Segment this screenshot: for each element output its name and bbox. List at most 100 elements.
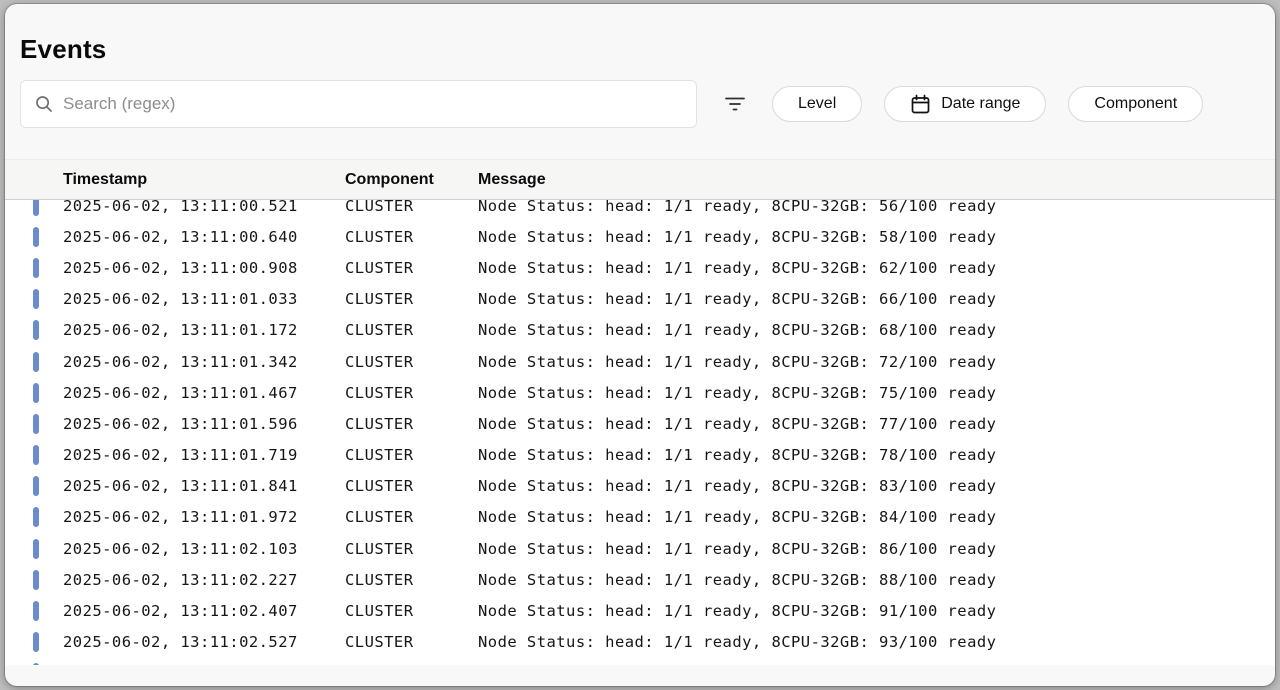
- row-message: Node Status: head: 1/1 ready, 8CPU-32GB:…: [478, 200, 1275, 215]
- row-timestamp: 2025-06-02, 13:11:02.227: [5, 571, 345, 589]
- row-timestamp: 2025-06-02, 13:11:01.342: [5, 353, 345, 371]
- events-panel: Events Level: [5, 4, 1275, 686]
- table-body[interactable]: 2025-06-02, 13:11:00.521 CLUSTER Node St…: [5, 200, 1275, 665]
- row-timestamp: 2025-06-02, 13:11:01.841: [5, 477, 345, 495]
- table-row[interactable]: 2025-06-02, 13:11:01.596 CLUSTER Node St…: [5, 408, 1275, 439]
- table-row[interactable]: 2025-06-02, 13:11:01.467 CLUSTER Node St…: [5, 377, 1275, 408]
- table-row[interactable]: 2025-06-02, 13:11:02.227 CLUSTER Node St…: [5, 564, 1275, 595]
- row-message: Node Status: head: 1/1 ready, 8CPU-32GB:…: [478, 353, 1275, 371]
- component-filter-label: Component: [1094, 95, 1177, 113]
- row-message: Node Status: head: 1/1 ready, 8CPU-32GB:…: [478, 415, 1275, 433]
- log-level-indicator: [33, 570, 39, 590]
- row-message: Node Status: head: 1/1 ready, 8CPU-32GB:…: [478, 228, 1275, 246]
- log-level-indicator: [33, 632, 39, 652]
- row-message: Node Status: head: 1/1 ready, 8CPU-32GB:…: [478, 321, 1275, 339]
- search-input[interactable]: [63, 94, 682, 114]
- row-component: CLUSTER: [345, 446, 478, 464]
- row-component: CLUSTER: [345, 415, 478, 433]
- table-row[interactable]: 2025-06-02, 13:11:02.651 CLUSTER Node St…: [5, 658, 1275, 665]
- row-message: Node Status: head: 1/1 ready, 8CPU-32GB:…: [478, 571, 1275, 589]
- log-level-indicator: [33, 258, 39, 278]
- row-message: Node Status: head: 1/1 ready, 8CPU-32GB:…: [478, 633, 1275, 651]
- row-message: Node Status: head: 1/1 ready, 8CPU-32GB:…: [478, 477, 1275, 495]
- search-box[interactable]: [20, 80, 697, 128]
- table-row[interactable]: 2025-06-02, 13:11:00.521 CLUSTER Node St…: [5, 200, 1275, 221]
- table-row[interactable]: 2025-06-02, 13:11:00.640 CLUSTER Node St…: [5, 221, 1275, 252]
- row-component: CLUSTER: [345, 290, 478, 308]
- row-component: CLUSTER: [345, 571, 478, 589]
- row-message: Node Status: head: 1/1 ready, 8CPU-32GB:…: [478, 446, 1275, 464]
- row-component: CLUSTER: [345, 602, 478, 620]
- row-message: Node Status: head: 1/1 ready, 8CPU-32GB:…: [478, 290, 1275, 308]
- row-message: Node Status: head: 1/1 ready, 8CPU-32GB:…: [478, 384, 1275, 402]
- row-component: CLUSTER: [345, 259, 478, 277]
- component-filter-button[interactable]: Component: [1068, 86, 1203, 122]
- row-message: Node Status: head: 1/1 ready, 8CPU-32GB:…: [478, 508, 1275, 526]
- level-filter-button[interactable]: Level: [772, 86, 862, 122]
- row-component: CLUSTER: [345, 200, 478, 215]
- row-timestamp: 2025-06-02, 13:11:01.719: [5, 446, 345, 464]
- log-level-indicator: [33, 200, 39, 216]
- row-timestamp: 2025-06-02, 13:11:00.908: [5, 259, 345, 277]
- row-timestamp: 2025-06-02, 13:11:02.103: [5, 540, 345, 558]
- table-header: Timestamp Component Message: [5, 159, 1275, 200]
- row-component: CLUSTER: [345, 664, 478, 665]
- log-level-indicator: [33, 476, 39, 496]
- row-timestamp: 2025-06-02, 13:11:01.596: [5, 415, 345, 433]
- table-row[interactable]: 2025-06-02, 13:11:01.972 CLUSTER Node St…: [5, 502, 1275, 533]
- log-level-indicator: [33, 352, 39, 372]
- row-component: CLUSTER: [345, 633, 478, 651]
- row-component: CLUSTER: [345, 353, 478, 371]
- table-row[interactable]: 2025-06-02, 13:11:01.719 CLUSTER Node St…: [5, 440, 1275, 471]
- row-component: CLUSTER: [345, 384, 478, 402]
- table-row[interactable]: 2025-06-02, 13:11:01.172 CLUSTER Node St…: [5, 315, 1275, 346]
- log-level-indicator: [33, 414, 39, 434]
- log-level-indicator: [33, 320, 39, 340]
- row-timestamp: 2025-06-02, 13:11:00.640: [5, 228, 345, 246]
- events-table: Timestamp Component Message 2025-06-02, …: [5, 159, 1275, 665]
- column-header-timestamp: Timestamp: [5, 171, 345, 189]
- row-timestamp: 2025-06-02, 13:11:01.033: [5, 290, 345, 308]
- row-timestamp: 2025-06-02, 13:11:01.972: [5, 508, 345, 526]
- log-level-indicator: [33, 507, 39, 527]
- row-message: Node Status: head: 1/1 ready, 8CPU-32GB:…: [478, 540, 1275, 558]
- log-level-indicator: [33, 445, 39, 465]
- row-component: CLUSTER: [345, 228, 478, 246]
- row-message: Node Status: head: 1/1 ready, 8CPU-32GB:…: [478, 664, 1275, 665]
- date-range-filter-button[interactable]: Date range: [884, 86, 1046, 122]
- row-timestamp: 2025-06-02, 13:11:01.467: [5, 384, 345, 402]
- row-timestamp: 2025-06-02, 13:11:02.407: [5, 602, 345, 620]
- row-component: CLUSTER: [345, 508, 478, 526]
- filter-lines-icon[interactable]: [715, 84, 755, 124]
- log-level-indicator: [33, 601, 39, 621]
- row-message: Node Status: head: 1/1 ready, 8CPU-32GB:…: [478, 602, 1275, 620]
- row-component: CLUSTER: [345, 477, 478, 495]
- log-level-indicator: [33, 289, 39, 309]
- column-header-component: Component: [345, 171, 478, 189]
- toolbar: Level Date range Component: [20, 80, 1260, 128]
- filter-pills: Level Date range Component: [772, 86, 1203, 122]
- table-row[interactable]: 2025-06-02, 13:11:02.407 CLUSTER Node St…: [5, 595, 1275, 626]
- log-level-indicator: [33, 539, 39, 559]
- row-component: CLUSTER: [345, 321, 478, 339]
- table-row[interactable]: 2025-06-02, 13:11:00.908 CLUSTER Node St…: [5, 252, 1275, 283]
- log-level-indicator: [33, 663, 39, 665]
- calendar-icon: [910, 94, 931, 115]
- row-component: CLUSTER: [345, 540, 478, 558]
- date-range-filter-label: Date range: [941, 95, 1020, 113]
- row-timestamp: 2025-06-02, 13:11:02.651: [5, 664, 345, 665]
- table-row[interactable]: 2025-06-02, 13:11:01.342 CLUSTER Node St…: [5, 346, 1275, 377]
- table-row[interactable]: 2025-06-02, 13:11:01.033 CLUSTER Node St…: [5, 284, 1275, 315]
- page-title: Events: [20, 34, 1275, 65]
- search-icon: [34, 94, 54, 114]
- table-row[interactable]: 2025-06-02, 13:11:02.527 CLUSTER Node St…: [5, 627, 1275, 658]
- row-timestamp: 2025-06-02, 13:11:01.172: [5, 321, 345, 339]
- table-row[interactable]: 2025-06-02, 13:11:01.841 CLUSTER Node St…: [5, 471, 1275, 502]
- row-timestamp: 2025-06-02, 13:11:00.521: [5, 200, 345, 215]
- row-message: Node Status: head: 1/1 ready, 8CPU-32GB:…: [478, 259, 1275, 277]
- column-header-message: Message: [478, 171, 1275, 189]
- row-timestamp: 2025-06-02, 13:11:02.527: [5, 633, 345, 651]
- log-level-indicator: [33, 383, 39, 403]
- log-level-indicator: [33, 227, 39, 247]
- table-row[interactable]: 2025-06-02, 13:11:02.103 CLUSTER Node St…: [5, 533, 1275, 564]
